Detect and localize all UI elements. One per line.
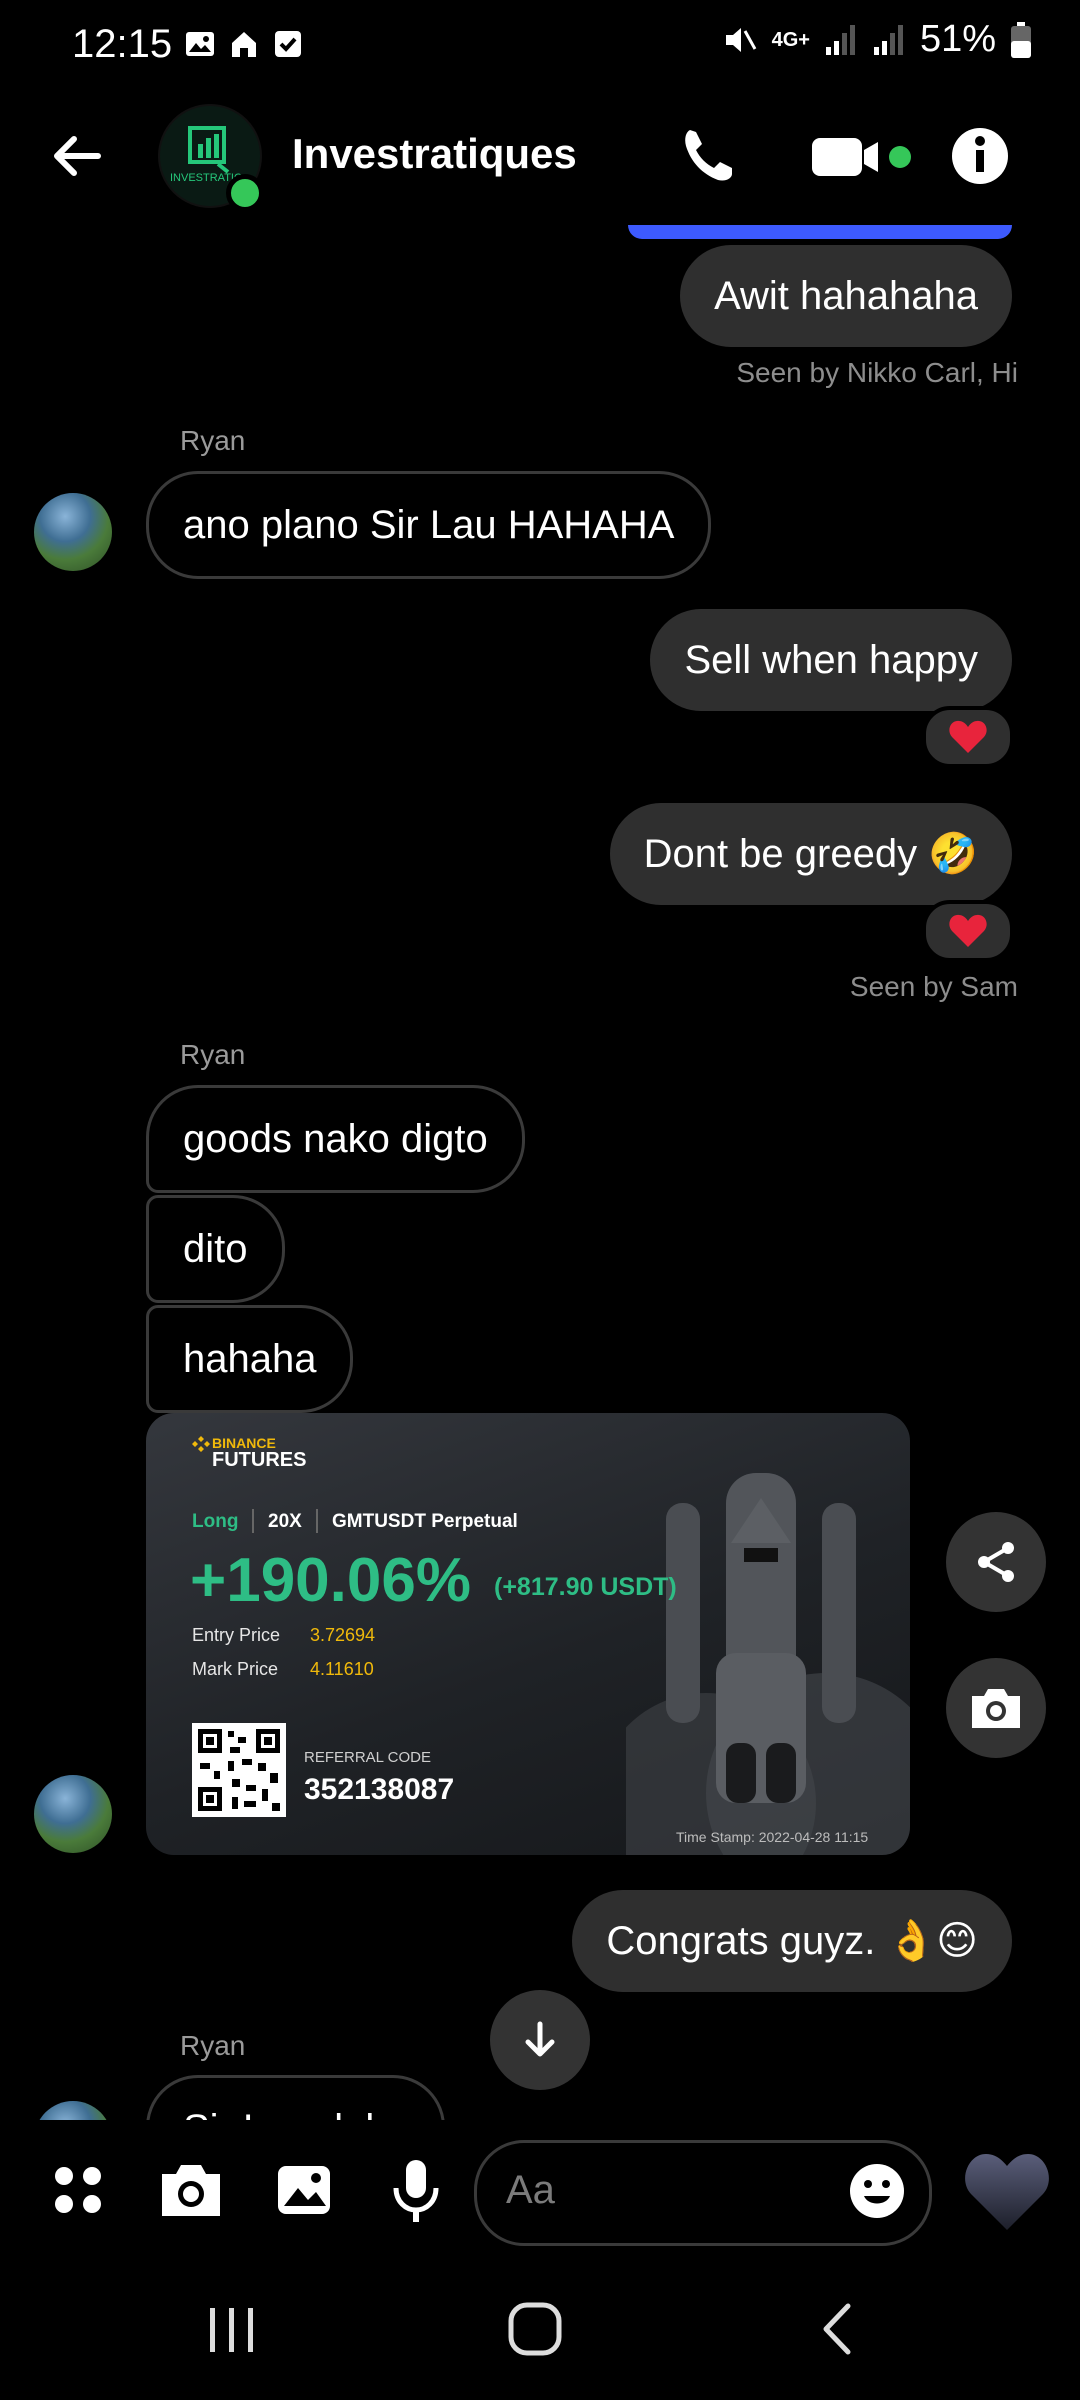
message-in[interactable]: dito xyxy=(146,1195,285,1303)
gallery-icon xyxy=(186,32,214,56)
referral-label: REFERRAL CODE xyxy=(304,1749,431,1766)
online-status-dot xyxy=(226,174,264,212)
more-apps-icon[interactable] xyxy=(50,2162,106,2218)
battery-icon xyxy=(1011,21,1031,58)
message-out[interactable]: Sell when happy xyxy=(650,609,1012,711)
notification-icons xyxy=(184,28,304,60)
rocket-illustration xyxy=(626,1473,910,1855)
message-input-placeholder: Aa xyxy=(506,2168,555,2212)
message-in[interactable]: hahaha xyxy=(146,1305,354,1413)
timestamp: Time Stamp: 2022-04-28 11:15 xyxy=(676,1829,869,1845)
referral-code: 352138087 xyxy=(304,1773,455,1806)
heart-reaction[interactable] xyxy=(922,706,1014,768)
binance-logo-icon xyxy=(192,1436,210,1452)
avatar[interactable] xyxy=(34,493,112,571)
signal-icon xyxy=(825,24,855,55)
status-time: 12:15 xyxy=(72,22,173,66)
heart-reaction[interactable] xyxy=(922,900,1014,962)
divider xyxy=(252,1509,254,1533)
message-out[interactable]: Awit hahahaha xyxy=(680,245,1012,347)
signal-icon-2 xyxy=(873,24,903,55)
nav-back-icon[interactable] xyxy=(818,2302,858,2356)
sender-name: Ryan xyxy=(180,425,246,456)
share-button[interactable] xyxy=(946,1512,1046,1612)
status-right: 4G+ 51% xyxy=(720,18,1032,61)
seen-receipt: Seen by Nikko Carl, Hi xyxy=(736,357,1018,388)
seen-receipt: Seen by Sam xyxy=(849,971,1018,1002)
conversation-title[interactable]: Investratiques xyxy=(292,130,577,178)
share-icon xyxy=(978,1542,1014,1582)
camera-icon xyxy=(972,1689,1020,1728)
heart-like-icon[interactable] xyxy=(962,2148,1052,2234)
pair-name: GMTUSDT Perpetual xyxy=(332,1511,518,1532)
save-image-button[interactable] xyxy=(946,1658,1046,1758)
sender-name: Ryan xyxy=(180,1039,246,1070)
mark-value: 4.11610 xyxy=(310,1659,374,1679)
entry-label: Entry Price xyxy=(192,1625,281,1645)
message-in[interactable]: ano plano Sir Lau HAHAHA xyxy=(146,471,712,579)
mute-icon xyxy=(725,27,756,52)
message-in[interactable]: goods nako digto xyxy=(146,1085,525,1193)
camera-icon[interactable] xyxy=(158,2160,224,2220)
pnl-percent: +190.06% xyxy=(190,1546,471,1615)
leverage: 20X xyxy=(268,1511,302,1532)
microphone-icon[interactable] xyxy=(388,2158,444,2224)
divider xyxy=(316,1509,318,1533)
message-out[interactable]: Congrats guyz. 👌😊 xyxy=(572,1890,1012,1992)
network-type: 4G+ xyxy=(771,28,810,51)
binance-pnl-image[interactable]: BINANCE FUTURES Long 20X GMTUSDT Perpetu… xyxy=(146,1413,910,1855)
message-in-partial[interactable]: Sir Lau dal... xyxy=(146,2075,445,2120)
pnl-usdt: (+817.90 USDT) xyxy=(494,1573,677,1601)
partial-message-row: Sir Lau dal... xyxy=(0,2075,1080,2120)
checkbox-icon xyxy=(275,31,301,57)
recent-apps-icon[interactable] xyxy=(206,2306,258,2354)
status-bar: 12:15 4G+ 51% xyxy=(0,0,1080,90)
brand-bottom: FUTURES xyxy=(212,1449,307,1471)
avatar[interactable] xyxy=(34,2101,112,2120)
arrow-down-icon xyxy=(525,2021,555,2057)
avatar[interactable] xyxy=(34,1775,112,1853)
heart-icon xyxy=(949,720,987,753)
gallery-icon[interactable] xyxy=(274,2160,334,2220)
back-arrow-icon[interactable] xyxy=(46,124,110,188)
message-out[interactable]: Dont be greedy 🤣 xyxy=(609,803,1012,905)
home-icon xyxy=(232,32,256,57)
home-button-icon[interactable] xyxy=(506,2300,564,2358)
position-side: Long xyxy=(192,1511,239,1532)
mark-label: Mark Price xyxy=(192,1659,279,1679)
heart-icon xyxy=(949,914,987,947)
entry-value: 3.72694 xyxy=(310,1625,376,1645)
emoji-icon[interactable] xyxy=(848,2162,906,2220)
video-call-icon[interactable] xyxy=(810,120,914,192)
battery-percent: 51% xyxy=(919,18,996,60)
sender-name: Ryan xyxy=(180,2030,246,2061)
qr-code-icon xyxy=(192,1723,286,1817)
phone-call-icon[interactable] xyxy=(676,120,740,192)
info-icon[interactable] xyxy=(950,120,1010,192)
message-edge xyxy=(628,225,1012,239)
